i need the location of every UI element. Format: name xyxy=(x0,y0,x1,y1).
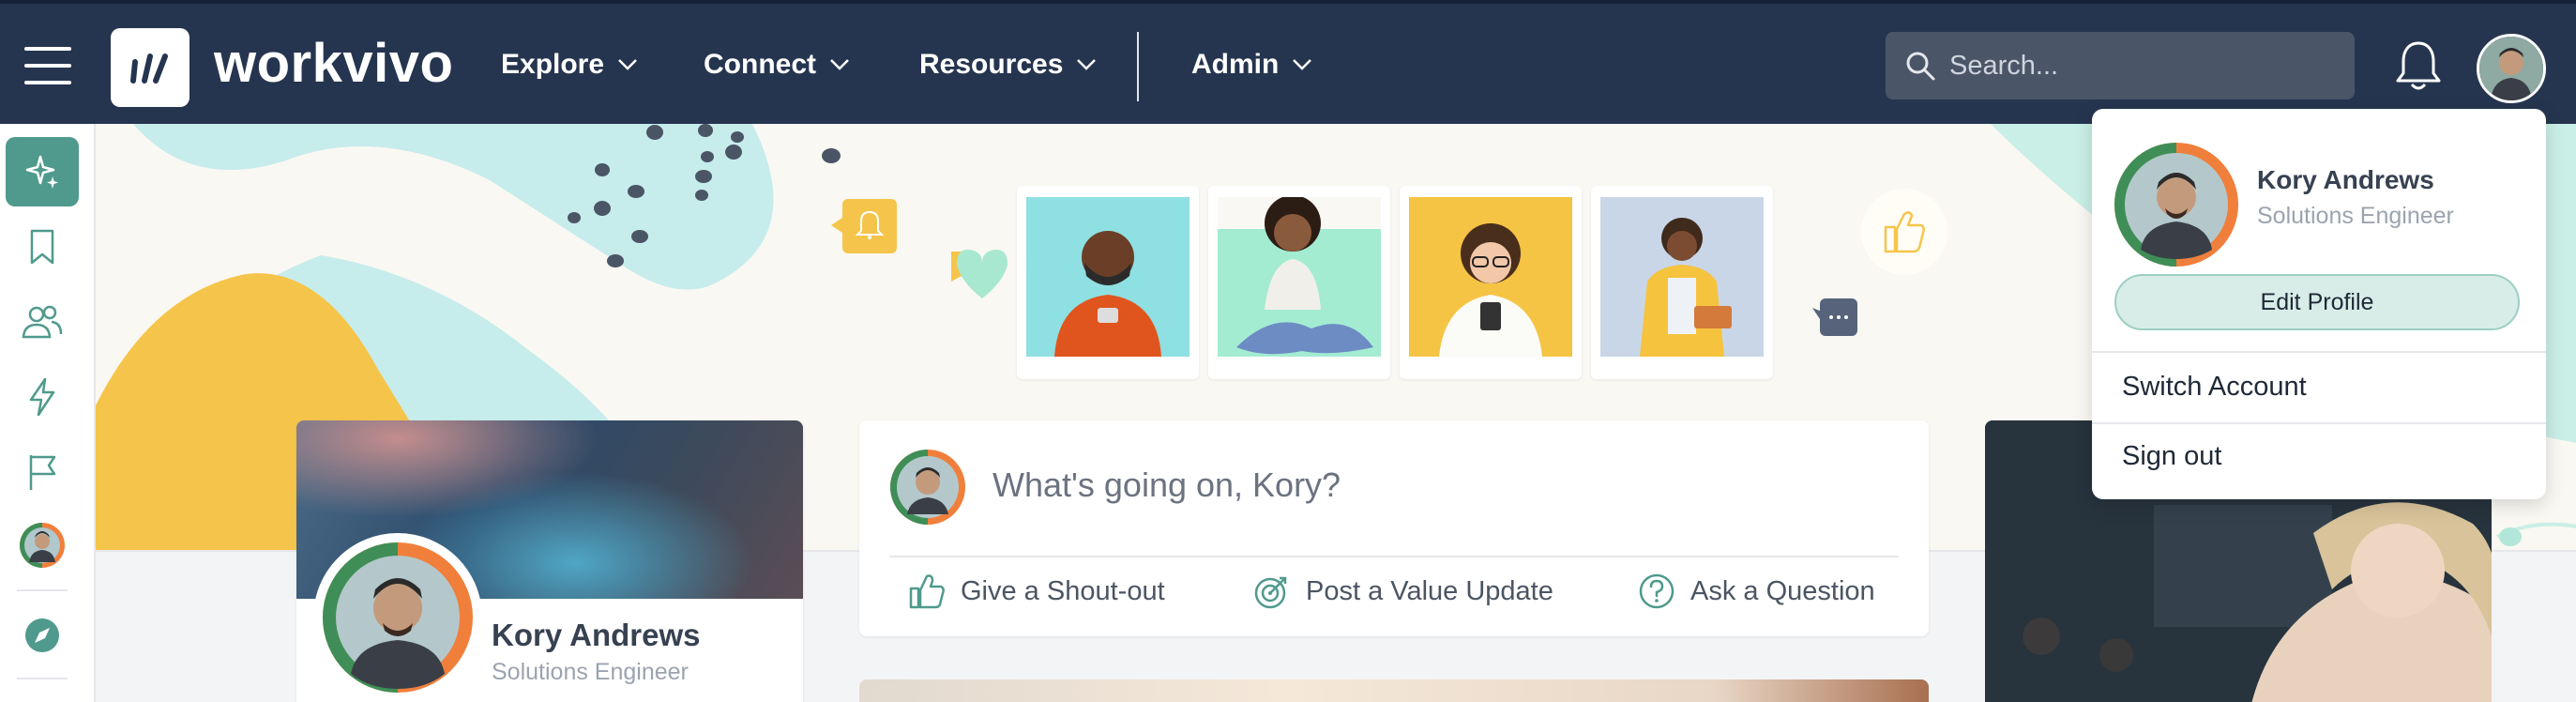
banner-photo-card xyxy=(1208,186,1390,379)
sidebar-bookmark[interactable] xyxy=(6,212,79,282)
user-avatar-button[interactable] xyxy=(2477,34,2546,103)
feed-post-card[interactable] xyxy=(859,679,1929,702)
profile-name[interactable]: Kory Andrews xyxy=(492,618,701,653)
chevron-down-icon xyxy=(1293,59,1312,70)
profile-role: Solutions Engineer xyxy=(492,659,689,685)
bookmark-icon xyxy=(30,229,54,265)
post-composer: Give a Shout-out Post a Value Update Ask… xyxy=(859,420,1929,636)
workvivo-logo[interactable] xyxy=(111,28,189,107)
sidebar-divider xyxy=(17,678,68,679)
nav-admin[interactable]: Admin xyxy=(1191,49,1312,81)
nav-divider xyxy=(1137,32,1139,101)
top-navbar: workvivo Explore Connect Resources Admin xyxy=(0,0,2576,124)
thumbs-up-icon xyxy=(909,574,945,609)
post-value-update-button[interactable]: Post a Value Update xyxy=(1253,572,1553,610)
app: workvivo Explore Connect Resources Admin xyxy=(0,0,2576,702)
sidebar-activity[interactable] xyxy=(6,362,79,432)
bell-icon[interactable] xyxy=(2392,38,2445,94)
menu-divider xyxy=(2092,351,2546,353)
composer-divider xyxy=(889,556,1899,557)
menu-divider xyxy=(2092,422,2546,424)
sidebar-divider xyxy=(17,589,68,591)
question-icon xyxy=(1639,573,1674,609)
sidebar-sparkle[interactable] xyxy=(6,137,79,206)
sidebar-goals[interactable] xyxy=(6,437,79,507)
person-photo xyxy=(1026,197,1190,357)
give-shoutout-button[interactable]: Give a Shout-out xyxy=(908,572,1165,610)
person-photo xyxy=(1600,197,1764,357)
banner-photo-card xyxy=(1400,186,1582,379)
sidebar-explore[interactable] xyxy=(6,601,79,670)
lightning-icon xyxy=(29,377,55,417)
nav-connect[interactable]: Connect xyxy=(704,49,850,81)
menu-user-name: Kory Andrews xyxy=(2257,165,2434,194)
search-input[interactable] xyxy=(1949,50,2325,82)
compass-icon xyxy=(25,618,59,652)
avatar xyxy=(2114,143,2238,267)
menu-user-role: Solutions Engineer xyxy=(2257,203,2454,229)
chevron-down-icon xyxy=(618,59,637,70)
sidebar-profile[interactable] xyxy=(6,511,79,580)
banner-photo-card xyxy=(1017,186,1199,379)
flag-icon xyxy=(29,455,56,490)
nav-explore-label: Explore xyxy=(501,49,605,80)
switch-account-item[interactable]: Switch Account xyxy=(2122,372,2307,403)
nav-admin-label: Admin xyxy=(1191,49,1280,80)
nav-explore[interactable]: Explore xyxy=(501,49,638,81)
target-icon xyxy=(1254,576,1287,609)
sign-out-item[interactable]: Sign out xyxy=(2122,441,2221,472)
composer-input[interactable] xyxy=(993,465,1837,505)
edit-profile-button[interactable]: Edit Profile xyxy=(2114,274,2520,330)
nav-resources-label: Resources xyxy=(919,49,1064,80)
chevron-down-icon xyxy=(1077,59,1097,70)
ask-question-label: Ask a Question xyxy=(1690,575,1875,606)
post-value-update-label: Post a Value Update xyxy=(1306,575,1553,606)
search-icon xyxy=(1906,52,1935,81)
profile-avatar[interactable] xyxy=(313,533,482,702)
chevron-down-icon xyxy=(830,59,849,70)
nav-connect-label: Connect xyxy=(704,49,816,80)
ask-question-button[interactable]: Ask a Question xyxy=(1638,572,1875,610)
avatar xyxy=(20,523,65,568)
search-box[interactable] xyxy=(1886,32,2355,99)
nav-resources[interactable]: Resources xyxy=(919,49,1097,81)
sparkle-icon xyxy=(25,155,58,189)
account-dropdown-menu: Kory Andrews Solutions Engineer Edit Pro… xyxy=(2092,109,2546,499)
avatar xyxy=(890,450,965,525)
brand-name[interactable]: workvivo xyxy=(214,32,453,95)
person-photo xyxy=(1409,197,1572,357)
hamburger-menu-icon[interactable] xyxy=(24,47,71,84)
person-photo xyxy=(1218,197,1381,357)
people-icon xyxy=(22,305,63,339)
banner-photo-card xyxy=(1591,186,1773,379)
sidebar-people[interactable] xyxy=(6,287,79,357)
left-sidebar xyxy=(0,124,96,702)
profile-card: Kory Andrews Solutions Engineer xyxy=(296,420,803,702)
give-shoutout-label: Give a Shout-out xyxy=(961,575,1165,606)
